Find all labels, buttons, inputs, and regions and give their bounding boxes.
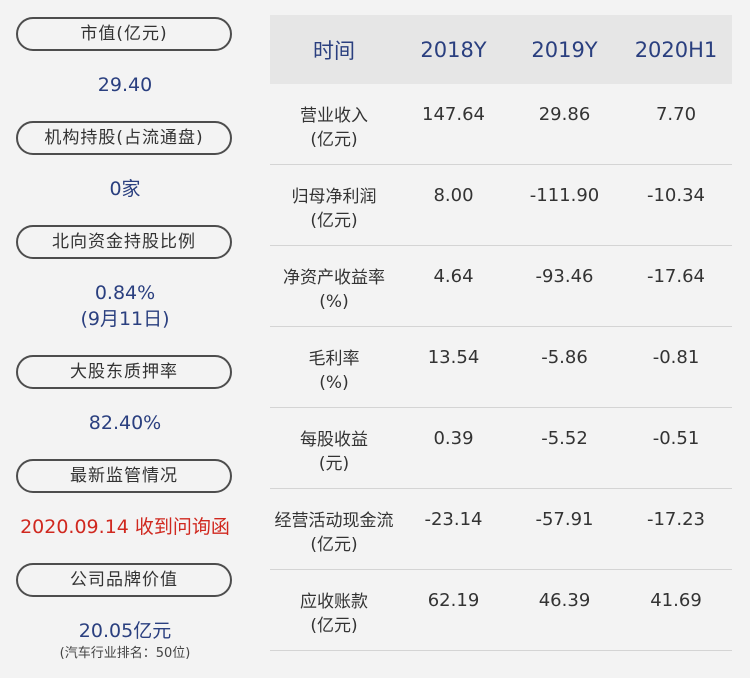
table-row: 应收账款 (亿元) 62.19 46.39 41.69 [270, 570, 732, 651]
table-cell: -17.23 [646, 509, 706, 530]
table-cell: -57.91 [535, 509, 594, 530]
row-label: 应收账款 (亿元) [270, 570, 398, 638]
row-label-name: 净资产收益率 [283, 268, 385, 288]
table-cell: 29.86 [538, 104, 591, 125]
table-cell: 0.39 [433, 428, 474, 449]
northbound-ratio-label: 北向资金持股比例 [16, 225, 232, 259]
header-2019y: 2019Y [531, 37, 598, 62]
pledge-ratio-label: 大股东质押率 [16, 355, 232, 389]
table-cell: -10.34 [646, 185, 706, 206]
row-label-unit: (%) [319, 373, 349, 393]
row-label-unit: (亿元) [310, 616, 358, 636]
table-cell: 46.39 [538, 590, 591, 611]
table-cell: 7.70 [655, 104, 697, 125]
northbound-ratio-date: (9月11日) [80, 308, 170, 330]
header-2018y: 2018Y [420, 37, 487, 62]
row-label: 每股收益 (元) [270, 408, 398, 476]
northbound-ratio-value: 0.84% [94, 282, 156, 304]
row-label-name: 应收账款 [300, 592, 368, 612]
market-cap-value: 29.40 [97, 74, 153, 96]
table-cell: 13.54 [427, 347, 480, 368]
row-label: 归母净利润 (亿元) [270, 165, 398, 233]
pledge-ratio-value: 82.40% [88, 412, 162, 434]
table-cell: 8.00 [433, 185, 474, 206]
institution-holding-label: 机构持股(占流通盘) [16, 121, 232, 155]
table-cell: -23.14 [424, 509, 483, 530]
row-label-name: 经营活动现金流 [274, 511, 394, 531]
table-header: 时间 2018Y 2019Y 2020H1 [270, 15, 732, 84]
row-label-name: 归母净利润 [291, 187, 377, 207]
row-label-name: 毛利率 [308, 349, 360, 369]
table-row: 营业收入 (亿元) 147.64 29.86 7.70 [270, 84, 732, 165]
row-label: 毛利率 (%) [270, 327, 398, 395]
table-cell: -17.64 [646, 266, 706, 287]
brand-rank: (汽车行业排名：50位) [59, 646, 191, 661]
row-label: 营业收入 (亿元) [270, 84, 398, 152]
table-row: 每股收益 (元) 0.39 -5.52 -0.51 [270, 408, 732, 489]
table-cell: -5.86 [541, 347, 588, 368]
table-row: 毛利率 (%) 13.54 -5.86 -0.81 [270, 327, 732, 408]
table-row: 净资产收益率 (%) 4.64 -93.46 -17.64 [270, 246, 732, 327]
table-cell: -0.81 [652, 347, 700, 368]
row-label: 经营活动现金流 (亿元) [270, 489, 398, 557]
table-cell: 62.19 [427, 590, 480, 611]
market-cap-label: 市值(亿元) [16, 17, 232, 51]
left-summary-panel: 市值(亿元) 29.40 机构持股(占流通盘) 0家 北向资金持股比例 0.84… [0, 0, 250, 678]
row-label-unit: (%) [319, 292, 349, 312]
brand-value: 20.05亿元 [78, 620, 172, 642]
table-cell: 147.64 [422, 104, 485, 125]
row-label-unit: (元) [318, 454, 350, 474]
table-cell: -93.46 [535, 266, 594, 287]
institution-holding-value: 0家 [109, 178, 141, 200]
table-cell: -0.51 [652, 428, 700, 449]
header-2020h1: 2020H1 [634, 37, 718, 62]
header-time: 时间 [313, 38, 355, 63]
regulation-label: 最新监管情况 [16, 459, 232, 493]
row-label-name: 营业收入 [300, 106, 368, 126]
table-row: 归母净利润 (亿元) 8.00 -111.90 -10.34 [270, 165, 732, 246]
regulation-value: 2020.09.14 收到问询函 [20, 516, 230, 538]
row-label-unit: (亿元) [310, 211, 358, 231]
table-cell: -5.52 [541, 428, 588, 449]
financial-table: 时间 2018Y 2019Y 2020H1 营业收入 (亿元) 147.64 2… [270, 15, 732, 651]
brand-value-label: 公司品牌价值 [16, 563, 232, 597]
table-row: 经营活动现金流 (亿元) -23.14 -57.91 -17.23 [270, 489, 732, 570]
row-label-name: 每股收益 [300, 430, 368, 450]
row-label-unit: (亿元) [310, 130, 358, 150]
table-cell: 41.69 [650, 590, 702, 611]
row-label-unit: (亿元) [310, 535, 358, 555]
table-cell: -111.90 [529, 185, 600, 206]
table-cell: 4.64 [433, 266, 474, 287]
row-label: 净资产收益率 (%) [270, 246, 398, 314]
